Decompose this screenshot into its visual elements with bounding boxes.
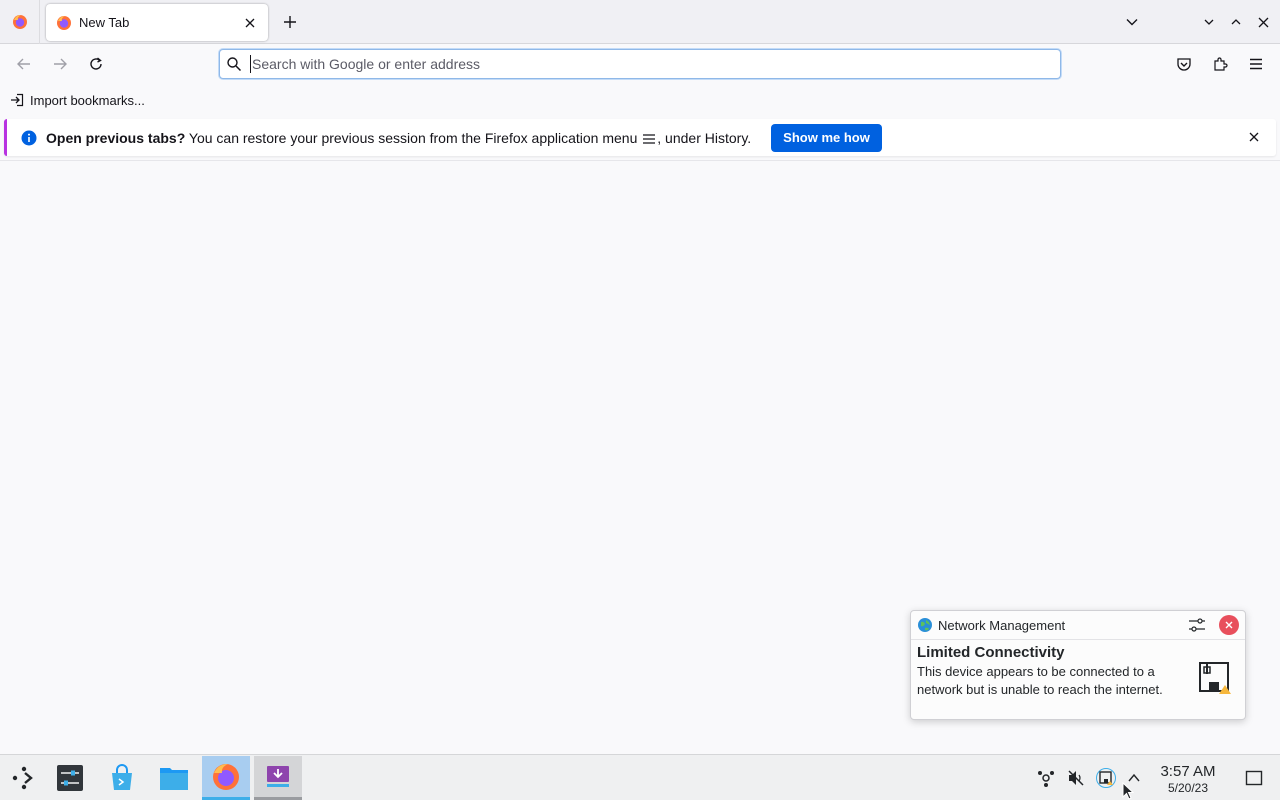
- url-bar[interactable]: [219, 49, 1061, 79]
- navigation-toolbar: [0, 44, 1280, 84]
- forward-button[interactable]: [48, 52, 72, 76]
- arrow-left-icon: [17, 58, 30, 70]
- save-to-pocket-button[interactable]: [1172, 52, 1196, 76]
- toast-configure-button[interactable]: [1187, 615, 1207, 635]
- firefox-favicon-icon: [57, 15, 71, 30]
- taskbar-firefox[interactable]: [202, 756, 250, 800]
- system-settings-icon: [57, 765, 83, 791]
- folder-icon: [160, 768, 188, 790]
- application-launcher-button[interactable]: [0, 756, 48, 800]
- close-icon: [1225, 621, 1233, 629]
- taskbar-dolphin[interactable]: [150, 756, 198, 800]
- session-restore-notification: Open previous tabs? You can restore your…: [4, 119, 1276, 156]
- plus-icon: [284, 16, 296, 28]
- show-me-how-button[interactable]: Show me how: [771, 123, 882, 152]
- tab-close-button[interactable]: [242, 15, 258, 31]
- minimize-chevron-icon: [1204, 19, 1214, 25]
- import-icon: [11, 93, 24, 107]
- reload-button[interactable]: [84, 52, 108, 76]
- maximize-chevron-icon: [1231, 19, 1241, 25]
- kde-connect-icon: [1038, 771, 1054, 787]
- close-window-button[interactable]: [1253, 12, 1273, 32]
- reload-icon: [90, 57, 102, 70]
- tray-kde-connect[interactable]: [1036, 768, 1056, 788]
- settings-sliders-icon: [1189, 618, 1205, 632]
- new-tab-button[interactable]: [278, 10, 302, 34]
- taskbar-discover[interactable]: [98, 756, 146, 800]
- hamburger-menu-icon: [643, 134, 656, 144]
- import-bookmarks-button[interactable]: Import bookmarks...: [10, 90, 145, 110]
- toast-title: Limited Connectivity: [917, 644, 1065, 661]
- extensions-button[interactable]: [1208, 52, 1232, 76]
- firefox-view-button[interactable]: [0, 0, 40, 44]
- content-divider: [0, 160, 1280, 161]
- close-icon: [1258, 17, 1268, 27]
- back-button[interactable]: [12, 52, 36, 76]
- show-desktop-button[interactable]: [1244, 768, 1264, 788]
- pocket-icon: [1177, 58, 1191, 71]
- import-bookmarks-label: Import bookmarks...: [30, 92, 145, 108]
- tab-title: New Tab: [79, 15, 130, 30]
- toast-app-name: Network Management: [938, 617, 1066, 633]
- toast-close-button[interactable]: [1219, 615, 1239, 635]
- minimize-button[interactable]: [1199, 12, 1219, 32]
- hamburger-menu-icon: [1250, 58, 1262, 70]
- notification-close-button[interactable]: [1246, 129, 1262, 145]
- tab-strip: New Tab: [0, 0, 1280, 44]
- application-menu-button[interactable]: [1244, 52, 1268, 76]
- clock-date: 5/20/23: [1167, 781, 1209, 795]
- info-icon: [21, 130, 37, 145]
- download-app-icon: [267, 765, 289, 787]
- network-wired-warning-icon: [1199, 662, 1231, 694]
- network-notification-popup: Network Management Limited Connectivity …: [910, 610, 1246, 720]
- taskbar: 3:57 AM 5/20/23: [0, 754, 1280, 800]
- show-desktop-icon: [1245, 770, 1263, 786]
- maximize-button[interactable]: [1226, 12, 1246, 32]
- list-all-tabs-button[interactable]: [1122, 12, 1142, 32]
- firefox-logo-icon: [213, 763, 239, 790]
- close-icon: [1249, 132, 1259, 142]
- close-icon: [245, 18, 255, 27]
- tray-network[interactable]: [1096, 768, 1116, 788]
- mouse-cursor-icon: [1122, 782, 1134, 800]
- tray-volume[interactable]: [1066, 768, 1086, 788]
- puzzle-piece-icon: [1214, 57, 1228, 71]
- arrow-right-icon: [54, 58, 67, 70]
- url-input[interactable]: [250, 55, 1060, 73]
- app-launcher-icon: [12, 766, 33, 790]
- taskbar-system-settings[interactable]: [46, 756, 94, 800]
- bookmarks-toolbar: Import bookmarks...: [0, 84, 1280, 116]
- toast-header: Network Management: [911, 611, 1245, 640]
- firefox-logo-icon: [12, 15, 27, 29]
- discover-store-icon: [112, 764, 132, 790]
- notification-message: Open previous tabs? You can restore your…: [46, 130, 751, 146]
- volume-muted-icon: [1068, 770, 1084, 786]
- notification-title: Open previous tabs?: [46, 129, 186, 146]
- network-globe-icon: [918, 618, 932, 632]
- search-icon: [227, 57, 242, 72]
- toast-body: Limited Connectivity This device appears…: [911, 640, 1245, 703]
- digital-clock[interactable]: 3:57 AM 5/20/23: [1152, 763, 1224, 795]
- toast-message: This device appears to be connected to a…: [917, 664, 1163, 697]
- network-wired-icon: [1096, 768, 1116, 788]
- notification-text-start: You can restore your previous session fr…: [185, 129, 642, 146]
- chevron-down-icon: [1126, 19, 1138, 26]
- notification-text-end: , under History.: [657, 129, 752, 146]
- clock-time: 3:57 AM: [1160, 763, 1216, 780]
- taskbar-downloader[interactable]: [254, 756, 302, 800]
- tab-new-tab[interactable]: New Tab: [46, 4, 268, 41]
